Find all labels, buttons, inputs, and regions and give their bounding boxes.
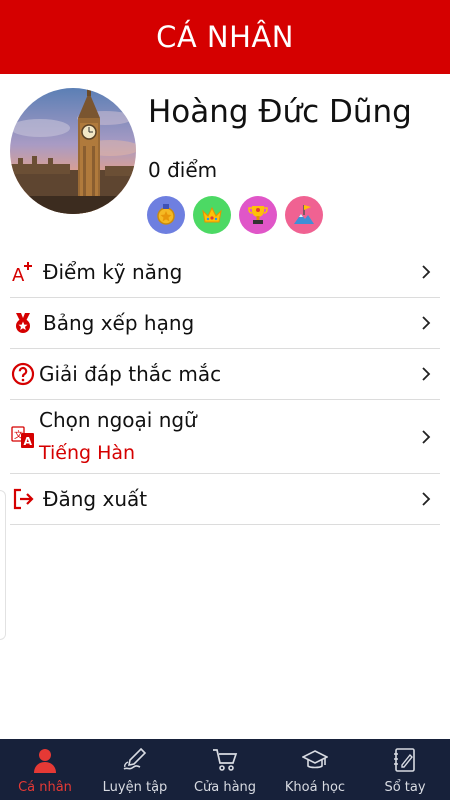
nav-item-shop[interactable]: Cửa hàng [180, 739, 270, 800]
chevron-right-icon [420, 429, 432, 445]
bottom-nav: Cá nhân Luyện tập Cửa hàng Khoá học Sổ t… [0, 739, 450, 800]
skill-score-icon: A [10, 259, 36, 285]
flag-mountain-icon[interactable] [285, 196, 323, 234]
question-circle-icon [10, 361, 36, 387]
nav-item-notebook[interactable]: Sổ tay [360, 739, 450, 800]
menu-item-label: Bảng xếp hạng [43, 311, 195, 335]
chevron-right-icon [420, 315, 432, 331]
nav-label: Sổ tay [384, 780, 426, 795]
nav-item-personal[interactable]: Cá nhân [0, 739, 90, 800]
selected-language: Tiếng Hàn [39, 441, 136, 464]
graduation-cap-icon [302, 747, 328, 773]
menu-item-faq[interactable]: Giải đáp thắc mắc [10, 349, 440, 400]
app-header: CÁ NHÂN [0, 0, 450, 74]
user-points: 0 điểm [148, 158, 218, 182]
chevron-right-icon [420, 491, 432, 507]
nav-label: Luyện tập [102, 780, 168, 795]
user-name: Hoàng Đức Dũng [148, 94, 412, 130]
nav-label: Cửa hàng [193, 780, 257, 795]
svg-text:A: A [12, 265, 25, 284]
page-title: CÁ NHÂN [156, 20, 294, 54]
translate-icon: 文A [10, 424, 36, 450]
writing-hand-icon [122, 747, 148, 773]
profile-menu: A Điểm kỹ năng Bảng xếp hạng Giải đáp th… [10, 247, 440, 525]
menu-item-label: Đăng xuất [43, 487, 148, 511]
menu-item-label: Giải đáp thắc mắc [39, 362, 222, 386]
menu-item-language[interactable]: 文A Chọn ngoại ngữ Tiếng Hàn [10, 400, 440, 474]
notebook-icon [392, 747, 418, 773]
nav-item-courses[interactable]: Khoá học [270, 739, 360, 800]
trophy-icon[interactable] [239, 196, 277, 234]
chevron-right-icon [420, 264, 432, 280]
side-drawer-handle[interactable] [0, 490, 6, 640]
menu-item-skill-score[interactable]: A Điểm kỹ năng [10, 247, 440, 298]
svg-text:A: A [24, 435, 33, 448]
ranking-medal-icon [10, 310, 36, 336]
menu-item-logout[interactable]: Đăng xuất [10, 474, 440, 525]
menu-item-label: Chọn ngoại ngữ [39, 407, 197, 432]
person-icon [32, 747, 58, 773]
avatar[interactable] [10, 88, 136, 214]
badge-list [147, 196, 323, 234]
nav-label: Khoá học [284, 780, 346, 795]
chevron-right-icon [420, 366, 432, 382]
medal-icon[interactable] [147, 196, 185, 234]
nav-item-practice[interactable]: Luyện tập [90, 739, 180, 800]
menu-item-ranking[interactable]: Bảng xếp hạng [10, 298, 440, 349]
nav-label: Cá nhân [18, 780, 72, 795]
cart-icon [212, 747, 238, 773]
crown-icon[interactable] [193, 196, 231, 234]
logout-icon [10, 486, 36, 512]
menu-item-label: Điểm kỹ năng [43, 260, 183, 284]
